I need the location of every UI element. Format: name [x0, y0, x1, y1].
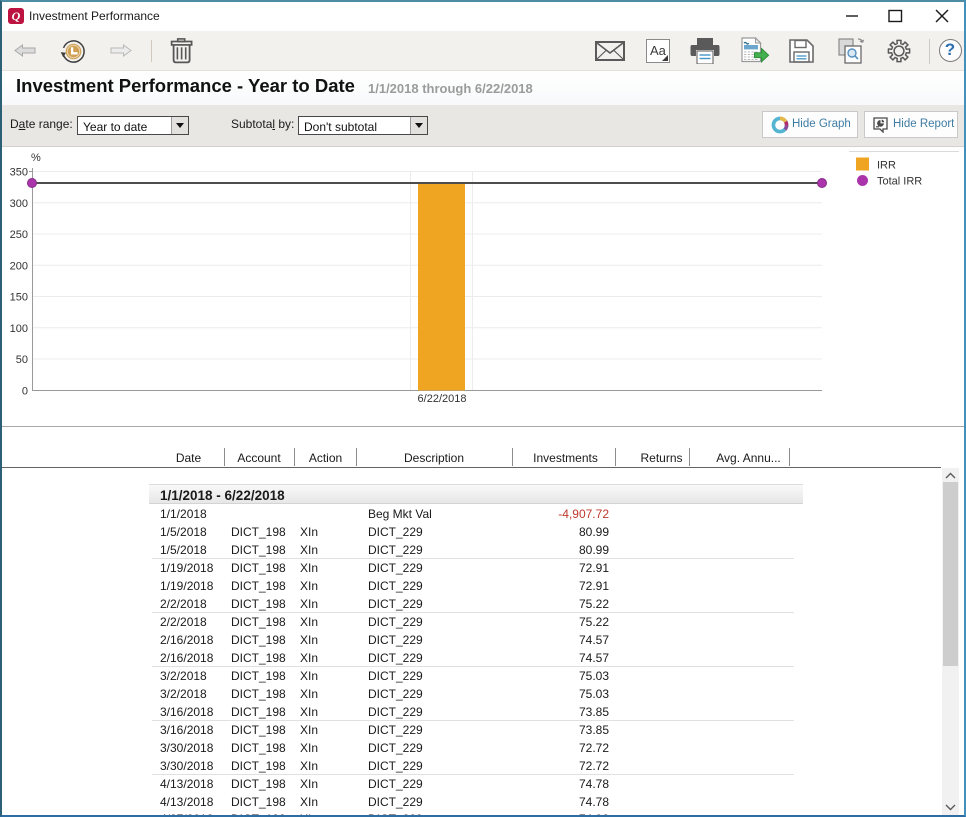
svg-text:%: % — [31, 152, 41, 164]
svg-text:350: 350 — [10, 167, 28, 179]
svg-text:0: 0 — [22, 385, 28, 397]
svg-text:250: 250 — [10, 229, 28, 241]
svg-text:IRR: IRR — [877, 160, 896, 172]
svg-text:150: 150 — [10, 292, 28, 304]
svg-text:Total IRR: Total IRR — [877, 176, 922, 188]
svg-text:200: 200 — [10, 260, 28, 272]
svg-text:100: 100 — [10, 323, 28, 335]
svg-text:300: 300 — [10, 198, 28, 210]
svg-text:50: 50 — [16, 354, 28, 366]
svg-text:6/22/2018: 6/22/2018 — [418, 393, 467, 405]
